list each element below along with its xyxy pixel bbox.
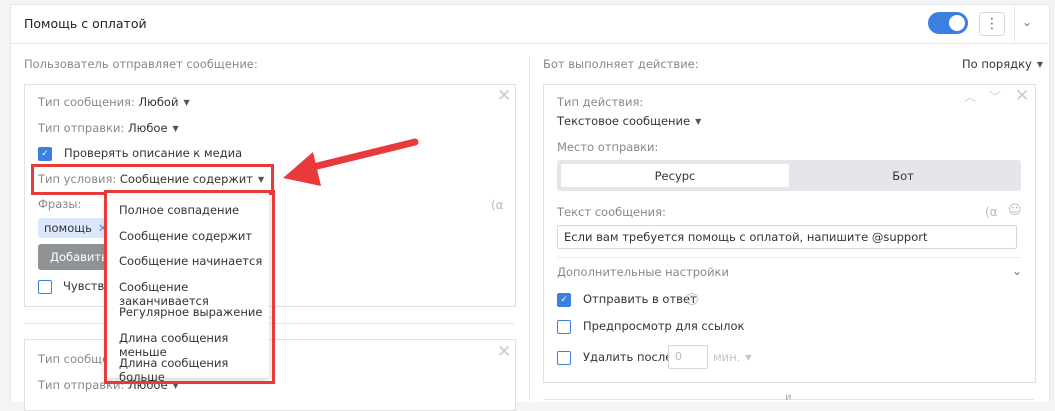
- and-marker: и: [785, 392, 792, 403]
- collapse-button[interactable]: ⌄: [1022, 15, 1032, 29]
- send-type-select[interactable]: Любое ▼: [128, 121, 179, 135]
- send-type-label: Тип отправки:: [38, 121, 125, 135]
- move-up-icon[interactable]: ︿: [964, 88, 976, 105]
- action-type-label: Тип действия:: [557, 95, 644, 109]
- order-value: По порядку: [962, 57, 1032, 71]
- delete-unit-value: мин.: [713, 350, 741, 364]
- condition-type-select[interactable]: Сообщение содержит ▼: [120, 172, 264, 186]
- rule-title: Помощь с оплатой: [24, 16, 147, 31]
- kebab-vertical-icon: ⋮: [985, 16, 999, 32]
- remove-action-icon[interactable]: ✕: [1015, 86, 1029, 106]
- send-type-value: Любое: [128, 121, 168, 135]
- order-select[interactable]: По порядку ▼: [962, 57, 1043, 71]
- condition-type-value: Сообщение содержит: [119, 172, 253, 186]
- msg-type-value: Любой: [138, 95, 179, 109]
- caret-down-icon: ▼: [257, 175, 265, 184]
- phrase-tag-label: помощь: [44, 221, 92, 235]
- settings-divider: [557, 257, 1021, 258]
- phrases-label: Фразы:: [38, 197, 82, 211]
- dropdown-highlight: [104, 190, 275, 384]
- msg-type-label: Тип сообщения:: [38, 95, 135, 109]
- caret-down-icon: ▼: [695, 117, 702, 126]
- action-type-value: Текстовое сообщение: [557, 114, 691, 128]
- msg-type-select[interactable]: Любой ▼: [139, 95, 190, 109]
- delete-unit-select[interactable]: мин. ▼: [713, 350, 751, 364]
- msg-text-label: Текст сообщения:: [557, 205, 666, 219]
- remove-condition-icon[interactable]: ✕: [497, 86, 511, 106]
- caret-down-icon: ▼: [745, 353, 752, 362]
- preview-label: Предпросмотр для ссылок: [583, 319, 745, 333]
- toggle-knob: [949, 15, 965, 31]
- action-type-select[interactable]: Текстовое сообщение ▼: [557, 114, 701, 128]
- caret-down-icon: ▼: [183, 98, 190, 107]
- delete-after-label: Удалить после:: [583, 350, 677, 364]
- header-vertical-divider: [1014, 5, 1015, 43]
- emoji-icon[interactable]: ☺: [1008, 203, 1022, 218]
- caret-down-icon: ▼: [1036, 60, 1043, 69]
- msg-text-input[interactable]: Если вам требуется помощь с оплатой, нап…: [557, 225, 1017, 249]
- checkmark-icon: ✓: [560, 295, 568, 305]
- send-type-row: Тип отправки: Любое ▼: [38, 121, 179, 135]
- checkmark-icon: ✓: [41, 149, 49, 159]
- reply-checkbox[interactable]: ✓: [557, 293, 571, 307]
- caret-down-icon: ▼: [172, 124, 179, 133]
- variable-insert-icon[interactable]: (α: [491, 198, 504, 212]
- move-down-icon[interactable]: ﹀: [989, 88, 1001, 105]
- user-section-label: Пользователь отправляет сообщение:: [24, 57, 258, 71]
- check-media-checkbox[interactable]: ✓: [38, 147, 52, 161]
- reply-label: Отправить в ответ: [583, 292, 697, 306]
- delete-after-checkbox[interactable]: [557, 351, 571, 365]
- annotation-arrow: [283, 138, 419, 186]
- remove-condition-2-icon[interactable]: ✕: [497, 342, 511, 362]
- send-place-label: Место отправки:: [557, 140, 659, 154]
- condition-type-row: Тип условия: Сообщение содержит ▼: [38, 172, 264, 186]
- segment-bot[interactable]: Бот: [789, 164, 1017, 187]
- help-icon[interactable]: ?: [686, 293, 698, 305]
- segment-resource[interactable]: Ресурс: [561, 164, 789, 187]
- chevron-down-icon[interactable]: ⌄: [1012, 264, 1022, 278]
- condition-type-label: Тип условия:: [38, 172, 117, 186]
- check-media-label: Проверять описание к медиа: [64, 146, 243, 160]
- msg-type-row: Тип сообщения: Любой ▼: [38, 95, 190, 109]
- more-menu-button[interactable]: ⋮: [979, 12, 1005, 36]
- delete-after-input[interactable]: 0: [668, 345, 708, 369]
- column-divider: [529, 56, 530, 401]
- variable-insert-icon[interactable]: (α: [985, 205, 998, 219]
- rule-enabled-toggle[interactable]: [928, 12, 968, 34]
- header-divider: [10, 43, 1048, 44]
- preview-checkbox[interactable]: [557, 320, 571, 334]
- case-sensitive-checkbox[interactable]: [38, 280, 52, 294]
- extra-settings-label: Дополнительные настройки: [557, 265, 729, 279]
- chevron-down-icon: ⌄: [1022, 15, 1033, 29]
- phrase-tag: помощь ✕: [38, 218, 114, 238]
- send-place-segmented: Ресурс Бот: [557, 160, 1021, 191]
- bot-section-label: Бот выполняет действие:: [543, 57, 699, 71]
